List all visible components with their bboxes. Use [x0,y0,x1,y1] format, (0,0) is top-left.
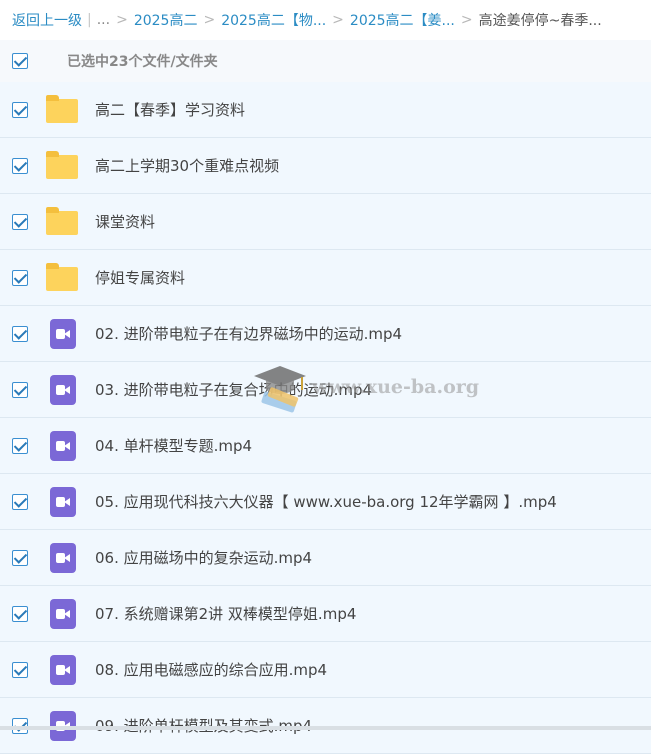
row-checkbox[interactable] [12,549,28,566]
file-name[interactable]: 03. 进阶带电粒子在复合场中的运动.mp4 [95,379,372,400]
breadcrumb-item[interactable]: 2025高二【姜... [350,10,455,30]
breadcrumb-item[interactable]: 2025高二 [134,10,198,30]
file-row[interactable]: 08. 应用电磁感应的综合应用.mp4 [0,642,651,698]
video-file-icon [45,654,79,685]
file-row[interactable]: 停姐专属资料 [0,250,651,306]
file-name[interactable]: 07. 系统赠课第2讲 双棒模型停姐.mp4 [95,603,356,624]
file-row[interactable]: 高二【春季】学习资料 [0,82,651,138]
file-row[interactable]: 07. 系统赠课第2讲 双棒模型停姐.mp4 [0,586,651,642]
file-row[interactable]: 05. 应用现代科技六大仪器【 www.xue-ba.org 12年学霸网 】.… [0,474,651,530]
file-row[interactable]: 03. 进阶带电粒子在复合场中的运动.mp4 [0,362,651,418]
chevron-right-icon: > [116,12,128,28]
row-checkbox[interactable] [12,381,28,398]
folder-icon [45,150,79,181]
bottom-border [0,726,651,730]
video-icon-shape [50,486,76,517]
video-icon-shape [50,430,76,461]
breadcrumb: 返回上一级 | ... > 2025高二 > 2025高二【物... > 202… [0,0,651,40]
video-icon-shape [50,598,76,629]
row-checkbox[interactable] [12,213,28,230]
video-icon-shape [50,654,76,685]
video-file-icon [45,542,79,573]
folder-icon-shape [46,262,78,291]
selection-bar: 已选中23个文件/文件夹 [0,40,651,82]
file-row[interactable]: 06. 应用磁场中的复杂运动.mp4 [0,530,651,586]
file-list: 高二【春季】学习资料高二上学期30个重难点视频 课堂资料停姐专属资料 02. 进阶带… [0,82,651,754]
file-name[interactable]: 高二上学期30个重难点视频 [95,155,279,176]
selection-summary: 已选中23个文件/文件夹 [67,54,218,70]
row-checkbox[interactable] [12,101,28,118]
file-name[interactable]: 停姐专属资料 [95,267,185,288]
file-name[interactable]: 04. 单杆模型专题.mp4 [95,435,252,456]
chevron-right-icon: > [332,12,344,28]
file-name[interactable]: 05. 应用现代科技六大仪器【 www.xue-ba.org 12年学霸网 】.… [95,491,557,512]
file-name[interactable]: 高二【春季】学习资料 [95,99,245,120]
file-name[interactable]: 02. 进阶带电粒子在有边界磁场中的运动.mp4 [95,323,402,344]
video-file-icon [45,486,79,517]
file-row[interactable]: 高二上学期30个重难点视频 [0,138,651,194]
chevron-right-icon: > [460,12,473,28]
folder-icon-shape [46,206,78,235]
row-checkbox[interactable] [12,157,28,174]
row-checkbox[interactable] [12,325,28,342]
breadcrumb-ellipsis[interactable]: ... [97,12,110,28]
file-name[interactable]: 08. 应用电磁感应的综合应用.mp4 [95,659,327,680]
file-row[interactable]: 04. 单杆模型专题.mp4 [0,418,651,474]
video-file-icon [45,598,79,629]
select-all-checkbox[interactable] [12,53,28,69]
file-row[interactable]: 课堂资料 [0,194,651,250]
folder-icon [45,94,79,125]
video-file-icon [45,374,79,405]
breadcrumb-divider: | [87,12,92,28]
video-file-icon [45,430,79,461]
folder-icon-shape [46,150,78,179]
row-checkbox[interactable] [12,437,28,454]
back-link[interactable]: 返回上一级 [12,10,82,30]
breadcrumb-current: 高途姜停停~春季... [478,13,602,29]
row-checkbox[interactable] [12,269,28,286]
row-checkbox[interactable] [12,661,28,678]
breadcrumb-item[interactable]: 2025高二【物... [221,10,326,30]
video-file-icon [45,318,79,349]
folder-icon [45,206,79,237]
file-name[interactable]: 06. 应用磁场中的复杂运动.mp4 [95,547,312,568]
row-checkbox[interactable] [12,493,28,510]
video-icon-shape [50,374,76,405]
chevron-right-icon: > [203,12,216,28]
folder-icon [45,262,79,293]
row-checkbox[interactable] [12,605,28,622]
folder-icon-shape [46,94,78,123]
file-row[interactable]: 02. 进阶带电粒子在有边界磁场中的运动.mp4 [0,306,651,362]
video-icon-shape [50,542,76,573]
file-name[interactable]: 课堂资料 [95,211,155,232]
video-icon-shape [50,318,76,349]
